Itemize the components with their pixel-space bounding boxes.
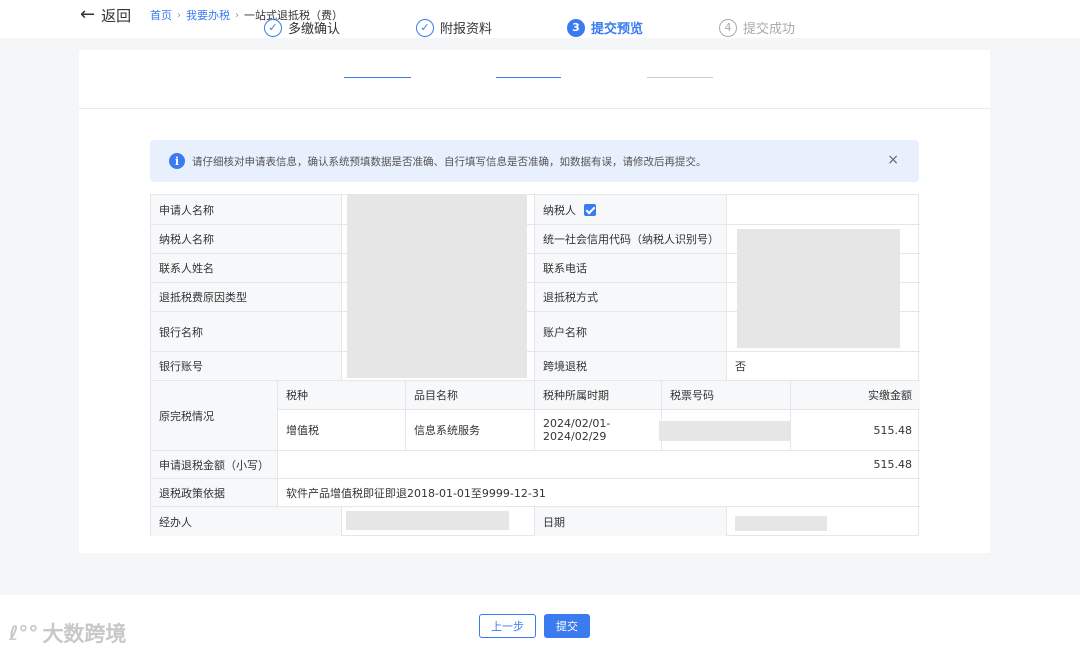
breadcrumb-separator-icon: › bbox=[177, 9, 181, 21]
tax-type-value: 增值税 bbox=[278, 410, 406, 451]
col-item-name: 品目名称 bbox=[406, 381, 535, 410]
breadcrumb-home[interactable]: 首页 bbox=[150, 7, 172, 23]
step-number-icon: 3 bbox=[567, 18, 585, 37]
taxpayer-flag-value bbox=[727, 195, 920, 225]
period-value: 2024/02/01- 2024/02/29 bbox=[535, 410, 662, 451]
label-taxpayer-name: 纳税人名称 bbox=[151, 225, 342, 254]
back-label: 返回 bbox=[101, 6, 132, 25]
col-tax-type: 税种 bbox=[278, 381, 406, 410]
label-credit-code: 统一社会信用代码（纳税人识别号） bbox=[535, 225, 727, 254]
item-name-value: 信息系统服务 bbox=[406, 410, 535, 451]
breadcrumb-separator-icon: › bbox=[235, 9, 239, 21]
label-applicant: 申请人名称 bbox=[151, 195, 342, 225]
label-contact-phone: 联系电话 bbox=[535, 254, 727, 283]
watermark: ℓ°° 大数跨境 bbox=[9, 618, 126, 648]
label-cross-border: 跨境退税 bbox=[535, 352, 727, 381]
redacted-block bbox=[346, 511, 509, 530]
step-3: 3 提交预览 bbox=[567, 18, 643, 37]
step-4: 4 提交成功 bbox=[719, 18, 795, 37]
step-3-label: 提交预览 bbox=[591, 22, 644, 37]
cross-border-value: 否 bbox=[727, 352, 920, 381]
label-refund-method: 退抵税方式 bbox=[535, 283, 727, 312]
top-bar: ← 返回 首页 › 我要办税 › 一站式退抵税（费） bbox=[0, 0, 1080, 38]
refund-amount-value: 515.48 bbox=[278, 451, 920, 479]
step-connector bbox=[344, 77, 411, 78]
col-ticket-no: 税票号码 bbox=[662, 381, 791, 410]
back-arrow-icon: ← bbox=[80, 4, 96, 25]
policy-basis-value: 软件产品增值税即征即退2018-01-01至9999-12-31 bbox=[278, 479, 920, 507]
label-contact-name: 联系人姓名 bbox=[151, 254, 342, 283]
step-2: ✓ 附报资料 bbox=[416, 18, 492, 37]
period-start: 2024/02/01- bbox=[543, 417, 611, 430]
prev-step-button[interactable]: 上一步 bbox=[479, 614, 536, 638]
label-original-tax: 原完税情况 bbox=[151, 381, 278, 451]
period-end: 2024/02/29 bbox=[543, 430, 607, 443]
submit-button[interactable]: 提交 bbox=[544, 614, 590, 638]
redacted-block bbox=[735, 516, 827, 531]
label-date: 日期 bbox=[535, 507, 727, 536]
redacted-block bbox=[347, 195, 527, 378]
step-number-icon: 4 bbox=[719, 18, 737, 37]
step-2-label: 附报资料 bbox=[440, 22, 493, 37]
application-table: 申请人名称 纳税人名称 联系人姓名 退抵税费原因类型 银行名称 银行账号 纳税人… bbox=[150, 194, 920, 536]
label-refund-amount: 申请退税金额（小写） bbox=[151, 451, 278, 479]
col-paid-amount: 实缴金额 bbox=[791, 381, 920, 410]
label-handler: 经办人 bbox=[151, 507, 342, 536]
watermark-logo-icon: ℓ°° bbox=[9, 621, 39, 645]
label-bank-account: 银行账号 bbox=[151, 352, 342, 381]
watermark-text: 大数跨境 bbox=[42, 622, 127, 646]
step-4-label: 提交成功 bbox=[743, 22, 796, 37]
step-1-label: 多缴确认 bbox=[288, 22, 341, 37]
taxpayer-flag-label: 纳税人 bbox=[543, 203, 576, 217]
step-1: ✓ 多缴确认 bbox=[264, 18, 340, 37]
step-connector bbox=[496, 77, 561, 78]
step-connector bbox=[647, 77, 713, 78]
label-bank-name: 银行名称 bbox=[151, 312, 342, 352]
back-button[interactable]: ← 返回 bbox=[80, 4, 131, 26]
redacted-block bbox=[737, 229, 900, 348]
label-taxpayer-flag: 纳税人 bbox=[535, 195, 727, 225]
close-icon[interactable]: × bbox=[887, 152, 899, 168]
alert-message: 请仔细核对申请表信息，确认系统预填数据是否准确、自行填写信息是否准确，如数据有误… bbox=[192, 156, 707, 168]
step-progress bbox=[79, 50, 990, 109]
info-alert: i 请仔细核对申请表信息，确认系统预填数据是否准确、自行填写信息是否准确，如数据… bbox=[150, 140, 919, 182]
breadcrumb-my-tax[interactable]: 我要办税 bbox=[186, 7, 230, 23]
step-done-check-icon: ✓ bbox=[416, 18, 434, 37]
redacted-block bbox=[659, 421, 790, 441]
label-account-name: 账户名称 bbox=[535, 312, 727, 352]
paid-amount-value: 515.48 bbox=[791, 410, 920, 451]
taxpayer-checkbox[interactable] bbox=[584, 203, 596, 216]
col-period: 税种所属时期 bbox=[535, 381, 662, 410]
step-done-check-icon: ✓ bbox=[264, 18, 282, 37]
info-icon: i bbox=[169, 153, 185, 169]
label-policy-basis: 退税政策依据 bbox=[151, 479, 278, 507]
label-refund-reason: 退抵税费原因类型 bbox=[151, 283, 342, 312]
